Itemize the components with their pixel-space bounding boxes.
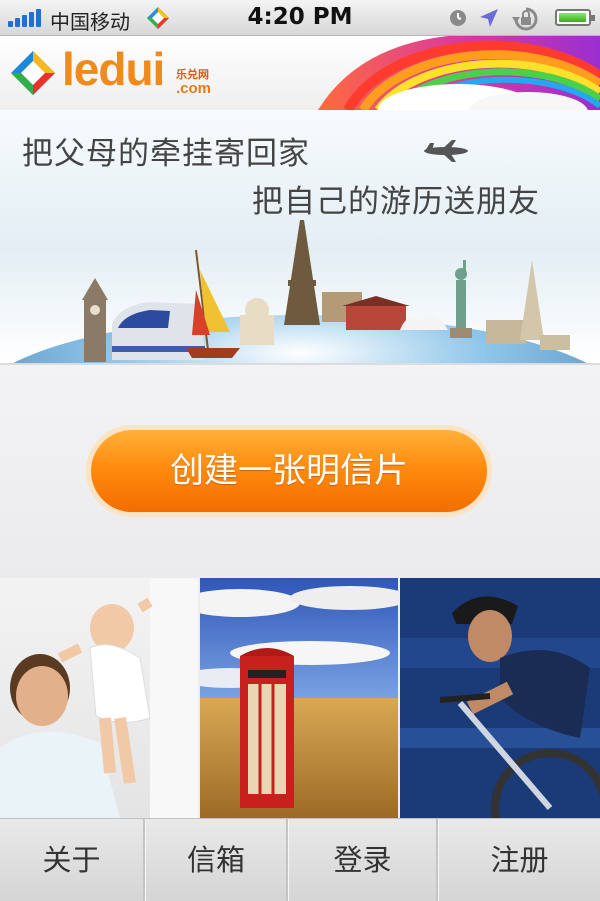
rainbow-decoration <box>318 36 600 110</box>
tab-mailbox[interactable]: 信箱 <box>146 819 286 901</box>
banner-tagline-1: 把父母的牵挂寄回家 <box>22 136 310 172</box>
tab-login[interactable]: 登录 <box>289 819 436 901</box>
rotation-lock-icon <box>512 7 538 31</box>
logo-domain: .com <box>176 80 212 97</box>
logo-wordmark: ledui <box>62 43 165 95</box>
alarm-clock-icon <box>450 10 466 26</box>
big-ben-icon <box>82 278 108 362</box>
carrier-logo-icon <box>147 7 169 29</box>
photo-cyclist[interactable] <box>400 578 600 818</box>
opera-house-icon <box>400 315 448 330</box>
battery-icon <box>555 9 595 26</box>
taj-mahal-icon <box>240 298 274 345</box>
bottom-tab-bar: 关于 信箱 登录 注册 <box>0 818 600 901</box>
photo-strip <box>0 578 600 818</box>
tab-register[interactable]: 注册 <box>439 819 600 901</box>
ledui-logo-icon[interactable] <box>10 50 56 96</box>
photo-phone-booth[interactable] <box>200 578 398 818</box>
carrier-name: 中国移动 <box>50 10 130 34</box>
obelisk-icon <box>520 260 544 340</box>
temple-icon <box>486 320 526 344</box>
eiffel-tower-icon <box>284 220 320 325</box>
airplane-icon <box>424 140 468 162</box>
signal-strength-icon <box>8 9 44 27</box>
create-postcard-button[interactable]: 创建一张明信片 <box>91 430 487 512</box>
cta-section: 创建一张明信片 <box>0 363 600 578</box>
location-arrow-icon <box>480 9 498 27</box>
status-bar: 中国移动 4:20 PM <box>0 0 600 36</box>
app-header: ledui 乐兑网 .com <box>0 36 600 111</box>
photo-family[interactable] <box>0 578 198 818</box>
hero-banner: 把父母的牵挂寄回家 把自己的游历送朋友 <box>0 110 600 363</box>
forbidden-city-icon <box>346 306 406 330</box>
tab-about[interactable]: 关于 <box>0 819 143 901</box>
banner-tagline-2: 把自己的游历送朋友 <box>252 184 540 220</box>
